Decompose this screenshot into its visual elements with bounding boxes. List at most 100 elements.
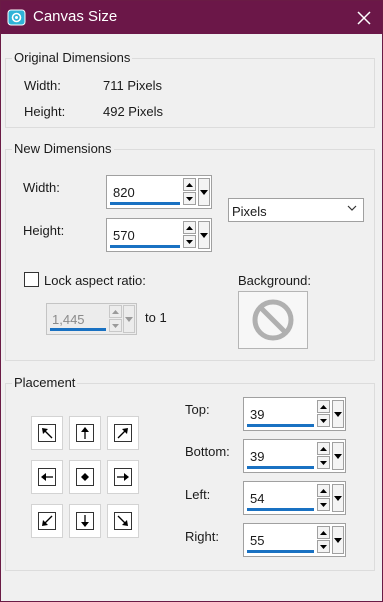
top-dropdown-button[interactable] bbox=[332, 400, 344, 428]
height-dropdown-button[interactable] bbox=[198, 221, 210, 249]
ratio-increment-button[interactable] bbox=[109, 305, 122, 318]
arrow-up-icon bbox=[320, 446, 327, 451]
left-value: 54 bbox=[250, 491, 265, 506]
no-color-icon bbox=[252, 299, 294, 341]
units-value: Pixels bbox=[232, 204, 267, 219]
bottom-increment-button[interactable] bbox=[317, 442, 330, 455]
height-value: 570 bbox=[113, 228, 135, 243]
arrow-top-left-icon bbox=[42, 428, 53, 439]
right-spinbox[interactable]: 55 bbox=[243, 523, 346, 557]
top-spinbox[interactable]: 39 bbox=[243, 397, 346, 431]
width-decrement-button[interactable] bbox=[183, 192, 196, 205]
arrow-up-icon bbox=[320, 488, 327, 493]
anchor-bottom-right-button[interactable] bbox=[107, 504, 139, 538]
top-value: 39 bbox=[250, 407, 265, 422]
left-dropdown-button[interactable] bbox=[332, 484, 344, 512]
arrow-up-icon bbox=[81, 427, 89, 439]
arrow-up-icon bbox=[112, 309, 119, 314]
dropdown-arrow-icon bbox=[334, 453, 342, 459]
arrow-left-icon bbox=[41, 473, 53, 481]
anchor-bottom-button[interactable] bbox=[69, 504, 101, 538]
right-label: Right: bbox=[185, 529, 219, 544]
placement-title: Placement bbox=[12, 375, 78, 390]
right-increment-button[interactable] bbox=[317, 526, 330, 539]
bottom-value: 39 bbox=[250, 449, 265, 464]
arrow-down-icon bbox=[320, 544, 327, 549]
height-decrement-button[interactable] bbox=[183, 235, 196, 248]
arrow-down-icon bbox=[186, 239, 193, 244]
top-increment-button[interactable] bbox=[317, 400, 330, 413]
arrow-up-icon bbox=[186, 182, 193, 187]
left-decrement-button[interactable] bbox=[317, 498, 330, 511]
anchor-top-right-button[interactable] bbox=[107, 416, 139, 450]
arrow-up-icon bbox=[186, 225, 193, 230]
bottom-decrement-button[interactable] bbox=[317, 456, 330, 469]
arrow-bottom-right-icon bbox=[117, 515, 128, 526]
arrow-top-right-icon bbox=[117, 428, 128, 439]
width-value: 820 bbox=[113, 185, 135, 200]
bottom-dropdown-button[interactable] bbox=[332, 442, 344, 470]
original-width-value: 711 Pixels bbox=[103, 78, 163, 93]
new-width-label: Width: bbox=[23, 180, 60, 195]
ratio-dropdown-button[interactable] bbox=[123, 305, 135, 333]
original-dimensions-title: Original Dimensions bbox=[12, 50, 133, 65]
original-height-label: Height: bbox=[24, 104, 66, 119]
aspect-ratio-spinbox[interactable]: 1,445 bbox=[46, 303, 137, 335]
new-dimensions-title: New Dimensions bbox=[12, 141, 114, 156]
left-label: Left: bbox=[185, 487, 211, 502]
anchor-top-button[interactable] bbox=[69, 416, 101, 450]
anchor-right-button[interactable] bbox=[107, 460, 139, 494]
dropdown-arrow-icon bbox=[200, 189, 208, 195]
width-spinbox[interactable]: 820 bbox=[106, 175, 212, 209]
dropdown-arrow-icon bbox=[334, 411, 342, 417]
ratio-decrement-button[interactable] bbox=[109, 319, 122, 332]
original-width-label: Width: bbox=[24, 78, 61, 93]
height-spinbox[interactable]: 570 bbox=[106, 218, 212, 252]
arrow-bottom-left-icon bbox=[42, 515, 53, 526]
original-height-value: 492 Pixels bbox=[103, 104, 163, 119]
arrow-down-icon bbox=[320, 418, 327, 423]
height-increment-button[interactable] bbox=[183, 221, 196, 234]
arrow-down-icon bbox=[320, 460, 327, 465]
chevron-down-icon bbox=[347, 205, 357, 211]
right-decrement-button[interactable] bbox=[317, 540, 330, 553]
arrow-right-icon bbox=[117, 473, 129, 481]
right-dropdown-button[interactable] bbox=[332, 526, 344, 554]
dropdown-arrow-icon bbox=[200, 232, 208, 238]
width-increment-button[interactable] bbox=[183, 178, 196, 191]
title-bar[interactable]: Canvas Size bbox=[1, 1, 382, 34]
right-value: 55 bbox=[250, 533, 265, 548]
ratio-suffix-label: to 1 bbox=[145, 310, 167, 325]
arrow-up-icon bbox=[320, 404, 327, 409]
canvas-size-dialog: Canvas Size Original Dimensions Width: 7… bbox=[0, 0, 383, 602]
arrow-up-icon bbox=[320, 530, 327, 535]
bottom-spinbox[interactable]: 39 bbox=[243, 439, 346, 473]
aspect-ratio-value: 1,445 bbox=[52, 312, 85, 327]
lock-aspect-label[interactable]: Lock aspect ratio: bbox=[44, 273, 146, 288]
dropdown-arrow-icon bbox=[334, 495, 342, 501]
anchor-bottom-left-button[interactable] bbox=[31, 504, 63, 538]
diamond-icon bbox=[81, 473, 89, 481]
close-icon bbox=[357, 10, 371, 25]
window-title: Canvas Size bbox=[33, 8, 118, 25]
left-spinbox[interactable]: 54 bbox=[243, 481, 346, 515]
top-decrement-button[interactable] bbox=[317, 414, 330, 427]
arrow-down-icon bbox=[186, 196, 193, 201]
left-increment-button[interactable] bbox=[317, 484, 330, 497]
background-label: Background: bbox=[238, 273, 311, 288]
dropdown-arrow-icon bbox=[125, 316, 133, 322]
anchor-center-button[interactable] bbox=[69, 460, 101, 494]
arrow-down-icon bbox=[320, 502, 327, 507]
background-color-swatch[interactable] bbox=[238, 291, 308, 349]
arrow-down-icon bbox=[112, 323, 119, 328]
anchor-left-button[interactable] bbox=[31, 460, 63, 494]
arrow-down-icon bbox=[81, 515, 89, 527]
close-button[interactable] bbox=[346, 1, 382, 34]
lock-aspect-checkbox[interactable] bbox=[24, 272, 39, 287]
anchor-top-left-button[interactable] bbox=[31, 416, 63, 450]
bottom-label: Bottom: bbox=[185, 444, 230, 459]
app-icon bbox=[7, 8, 27, 28]
units-select[interactable]: Pixels bbox=[228, 198, 364, 222]
dropdown-arrow-icon bbox=[334, 537, 342, 543]
width-dropdown-button[interactable] bbox=[198, 178, 210, 206]
